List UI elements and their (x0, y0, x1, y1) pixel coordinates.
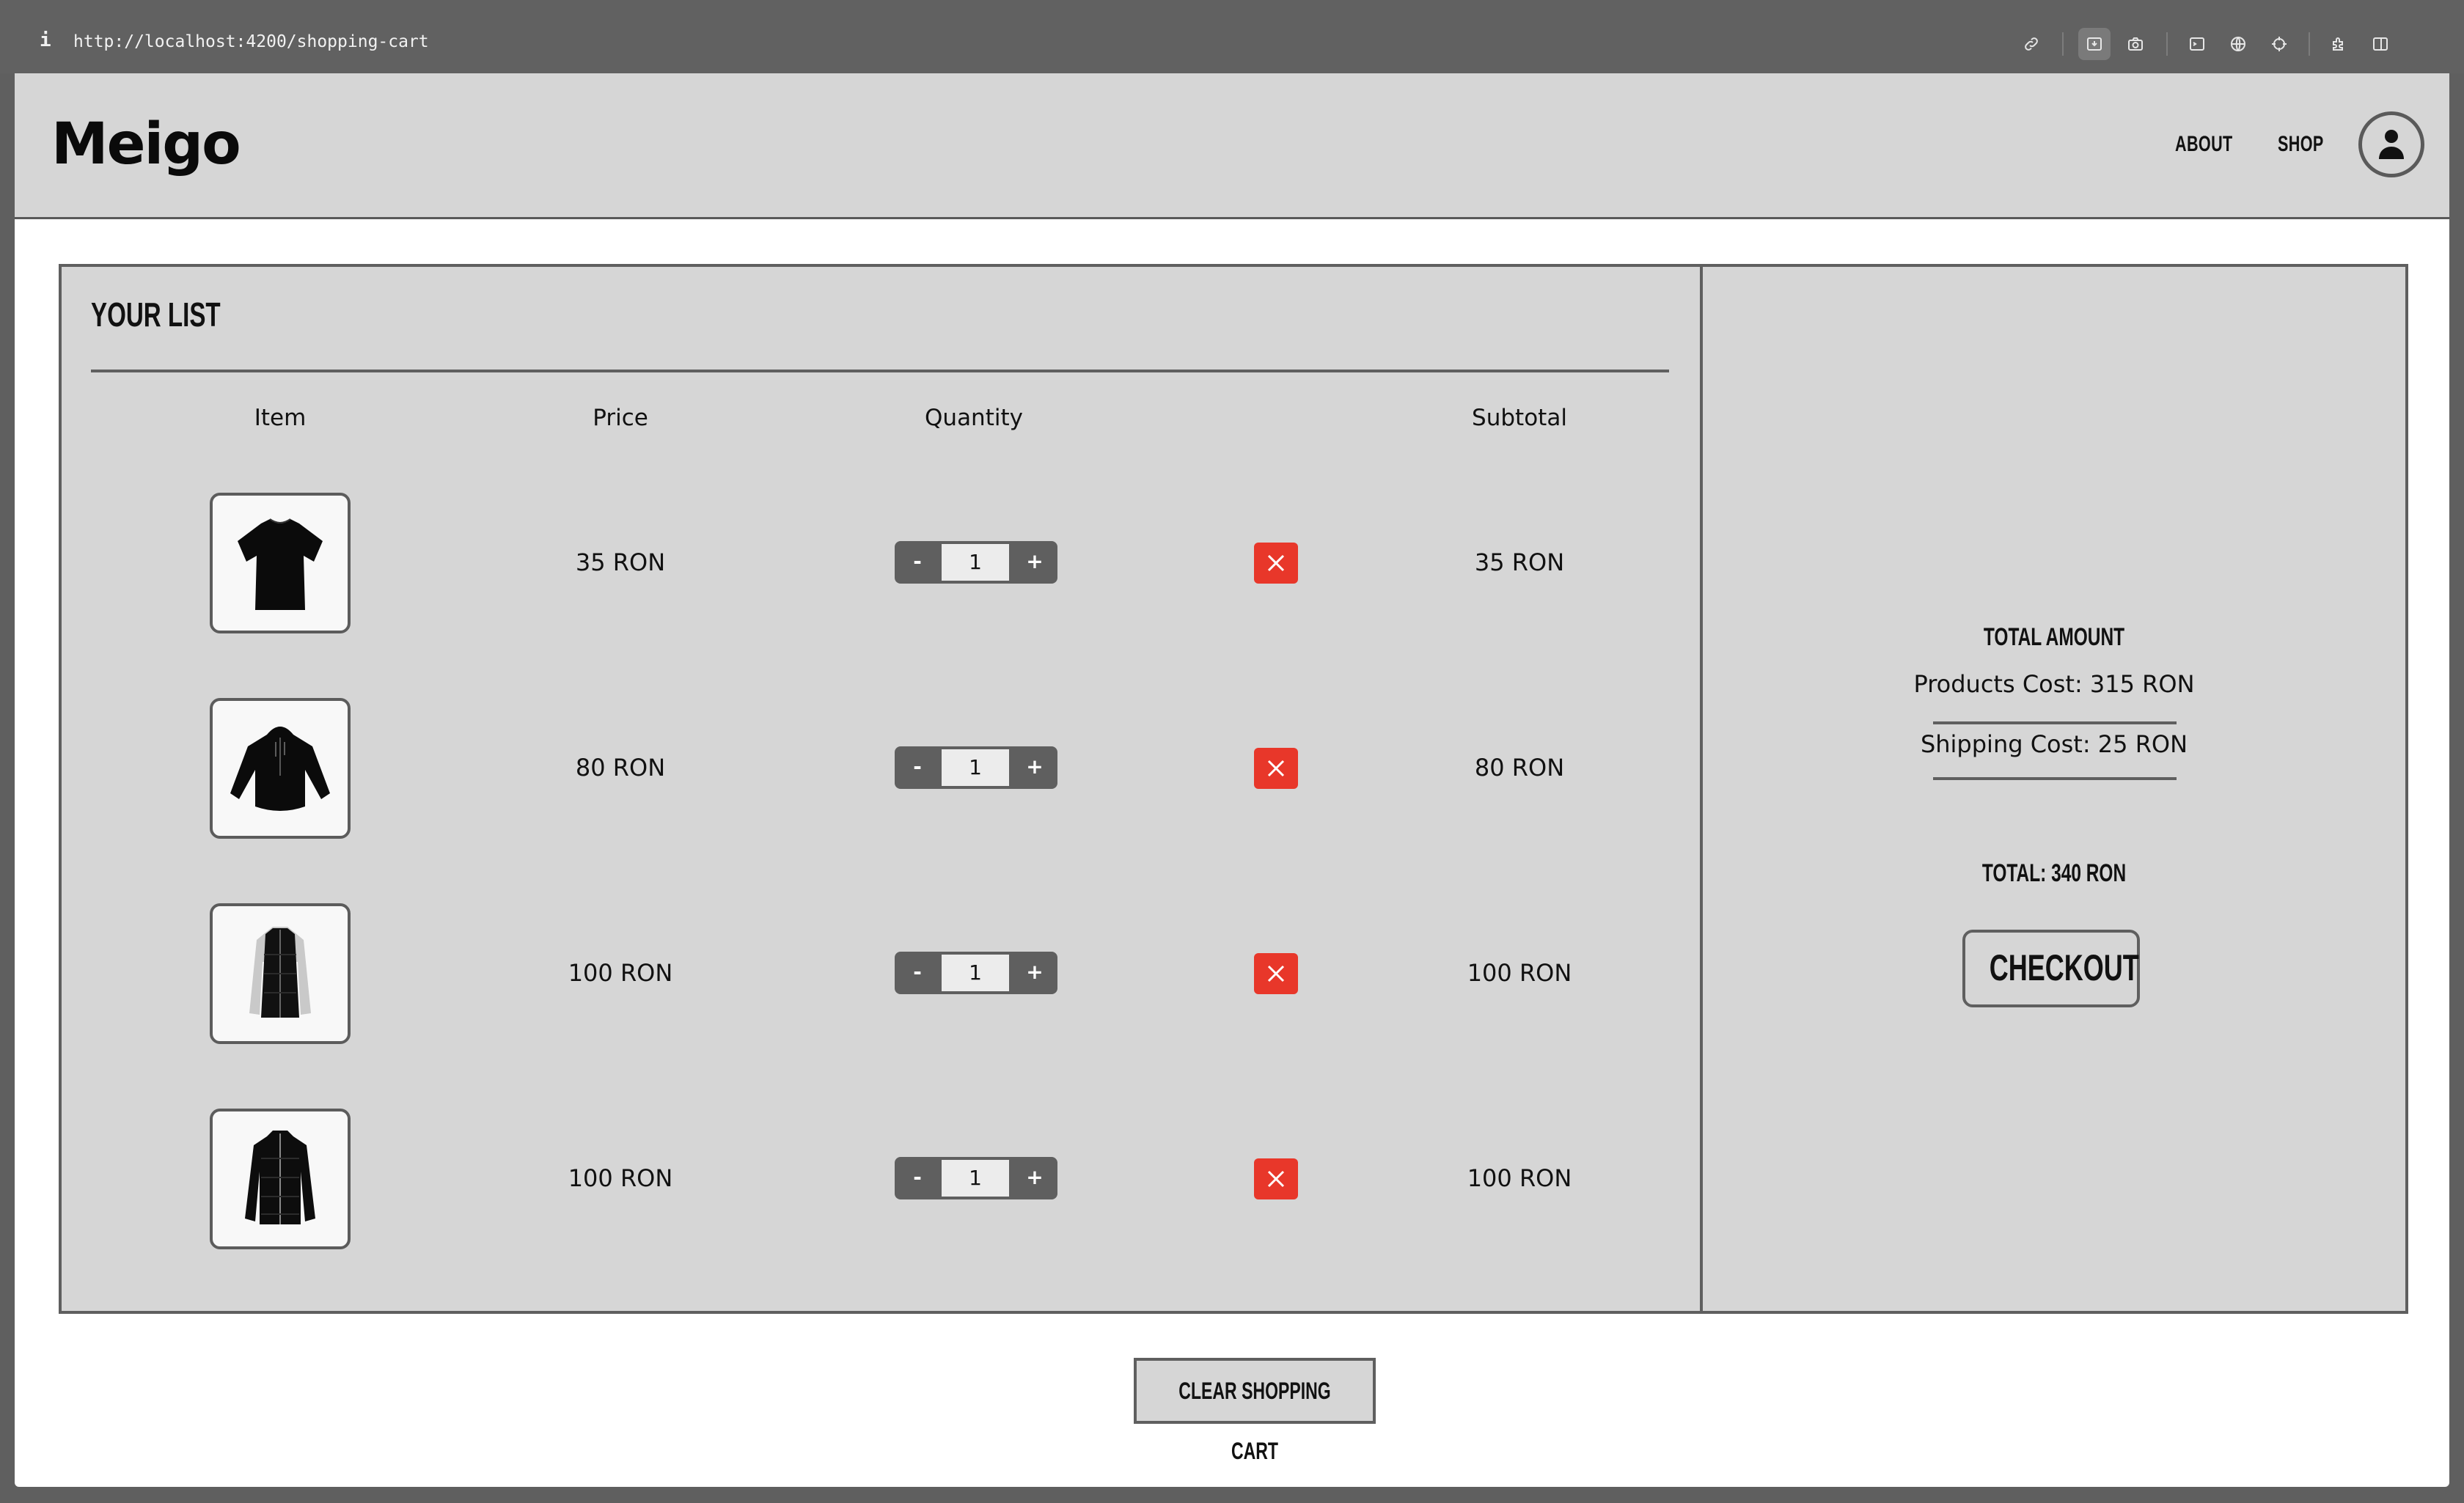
cart-row: 100 RON - 1 + 100 RON (62, 1109, 1700, 1255)
toolbar-separator (2166, 32, 2168, 56)
summary-divider (1933, 777, 2177, 780)
cart-row: 80 RON - 1 + 80 RON (62, 698, 1700, 845)
nav-shop[interactable]: SHOP (2278, 132, 2324, 157)
globe-icon[interactable] (2222, 28, 2254, 60)
increase-quantity-button[interactable]: + (1012, 746, 1057, 789)
checkout-label: CHECKOUT (1989, 947, 2139, 988)
sidebar-icon[interactable] (2364, 28, 2397, 60)
item-subtotal: 80 RON (1474, 754, 1565, 782)
site-header: Meigo ABOUT SHOP (15, 73, 2449, 219)
close-icon (1267, 760, 1285, 777)
black-hoodie-image (230, 727, 330, 811)
account-button[interactable] (2358, 111, 2424, 177)
cart-row: 100 RON - 1 + 100 RON (62, 903, 1700, 1050)
quantity-stepper: - 1 + (895, 746, 1057, 789)
page-viewport: Meigo ABOUT SHOP YOUR LIST Item Price Qu… (15, 73, 2449, 1487)
browser-tools (2015, 28, 2448, 60)
close-icon (1267, 965, 1285, 982)
item-subtotal: 35 RON (1474, 548, 1565, 576)
nav-about[interactable]: ABOUT (2175, 132, 2233, 157)
increase-quantity-button[interactable]: + (1012, 952, 1057, 994)
quantity-stepper: - 1 + (895, 541, 1057, 584)
cart-row: 35 RON - 1 + 35 RON (62, 493, 1700, 639)
black-vest-jacket-image (249, 927, 311, 1018)
link-icon[interactable] (2015, 28, 2047, 60)
quantity-field[interactable]: 1 (942, 1160, 1009, 1197)
save-page-icon[interactable] (2078, 28, 2111, 60)
crosshair-icon[interactable] (2263, 28, 2295, 60)
quantity-stepper: - 1 + (895, 952, 1057, 994)
quantity-field[interactable]: 1 (942, 749, 1009, 786)
remove-item-button[interactable] (1254, 953, 1298, 994)
increase-quantity-button[interactable]: + (1012, 541, 1057, 584)
remove-item-button[interactable] (1254, 1158, 1298, 1199)
quantity-field[interactable]: 1 (942, 544, 1009, 581)
toolbar-separator (2062, 32, 2064, 56)
summary-title: TOTAL AMOUNT (1983, 623, 2125, 651)
item-subtotal: 100 RON (1467, 1164, 1572, 1192)
list-title: YOUR LIST (91, 295, 221, 334)
order-summary-panel: TOTAL AMOUNT Products Cost: 315 RON Ship… (1700, 264, 2408, 1314)
close-icon (1267, 554, 1285, 572)
remove-item-button[interactable] (1254, 748, 1298, 789)
decrease-quantity-button[interactable]: - (895, 952, 940, 994)
product-image-vest-jacket[interactable] (210, 903, 351, 1044)
camera-icon[interactable] (2119, 28, 2152, 60)
shipping-cost: Shipping Cost: 25 RON (1920, 730, 2188, 758)
user-icon (2379, 130, 2404, 159)
decrease-quantity-button[interactable]: - (895, 541, 940, 584)
site-logo[interactable]: Meigo (51, 111, 241, 177)
order-total: TOTAL: 340 RON (1981, 859, 2127, 887)
quantity-field[interactable]: 1 (942, 955, 1009, 991)
increase-quantity-button[interactable]: + (1012, 1157, 1057, 1199)
black-quilted-jacket-image (245, 1131, 315, 1224)
item-price: 100 RON (568, 959, 673, 987)
checkout-button[interactable]: CHECKOUT (1962, 930, 2140, 1007)
toolbar-separator (2309, 32, 2310, 56)
product-image-quilted-jacket[interactable] (210, 1109, 351, 1249)
product-image-hoodie[interactable] (210, 698, 351, 839)
black-tshirt-image (238, 518, 323, 610)
extensions-icon[interactable] (2323, 28, 2355, 60)
summary-divider (1933, 721, 2177, 724)
close-icon (1267, 1170, 1285, 1188)
column-header-price: Price (593, 405, 648, 431)
title-divider (91, 370, 1669, 372)
item-price: 80 RON (575, 754, 666, 782)
remove-item-button[interactable] (1254, 543, 1298, 584)
clear-cart-button[interactable]: CLEAR SHOPPING CART (1134, 1358, 1376, 1464)
clear-cart-label: CLEAR SHOPPING CART (1178, 1378, 1331, 1464)
browser-toolbar: i http://localhost:4200/shopping-cart (0, 0, 2464, 73)
quantity-stepper: - 1 + (895, 1157, 1057, 1199)
column-header-subtotal: Subtotal (1472, 405, 1567, 431)
product-image-tshirt[interactable] (210, 493, 351, 633)
cart-list-panel: YOUR LIST Item Price Quantity Subtotal 3… (59, 264, 1703, 1314)
decrease-quantity-button[interactable]: - (895, 1157, 940, 1199)
address-bar[interactable]: http://localhost:4200/shopping-cart (73, 32, 429, 51)
item-subtotal: 100 RON (1467, 959, 1572, 987)
item-price: 100 RON (568, 1164, 673, 1192)
info-icon[interactable]: i (40, 29, 51, 51)
column-header-quantity: Quantity (925, 405, 1023, 431)
decrease-quantity-button[interactable]: - (895, 746, 940, 789)
products-cost: Products Cost: 315 RON (1913, 670, 2195, 698)
terminal-icon[interactable] (2181, 28, 2213, 60)
item-price: 35 RON (575, 548, 666, 576)
column-header-item: Item (254, 405, 307, 431)
